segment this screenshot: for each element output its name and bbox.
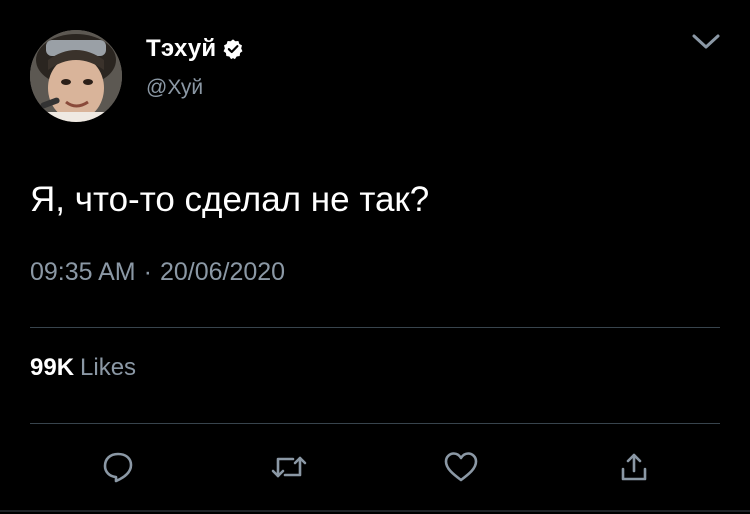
avatar[interactable] (30, 30, 122, 122)
tweet-card: Тэхуй @Хуй Я, что-то сделал не так? 09:3… (0, 0, 750, 514)
share-icon (621, 453, 647, 481)
reply-button[interactable] (96, 446, 140, 488)
avatar-image (30, 30, 122, 122)
reply-icon (103, 452, 133, 483)
likes-label: Likes (80, 354, 137, 381)
share-button[interactable] (612, 446, 656, 488)
retweet-button[interactable] (267, 446, 311, 488)
author-handle[interactable]: @Хуй (146, 76, 203, 100)
retweet-icon (271, 456, 307, 478)
tweet-menu-button[interactable] (688, 28, 724, 56)
author-name-row[interactable]: Тэхуй (146, 34, 244, 64)
tweet-time: 09:35 AM (30, 258, 136, 286)
author-display-name[interactable]: Тэхуй (146, 35, 216, 63)
likes-count: 99K (30, 354, 75, 381)
divider (30, 327, 720, 328)
bottom-border (0, 510, 750, 512)
likes-stat[interactable]: 99K Likes (30, 354, 136, 382)
verified-badge-icon (222, 38, 244, 60)
tweet-date: 20/06/2020 (159, 258, 286, 286)
meta-separator: · (143, 258, 152, 286)
heart-icon (444, 452, 478, 482)
divider (30, 423, 720, 424)
tweet-timestamp[interactable]: 09:35 AM · 20/06/2020 (30, 258, 285, 287)
chevron-down-icon (692, 34, 720, 49)
tweet-text: Я, что-то сделал не так? (30, 180, 430, 219)
like-button[interactable] (439, 446, 483, 488)
